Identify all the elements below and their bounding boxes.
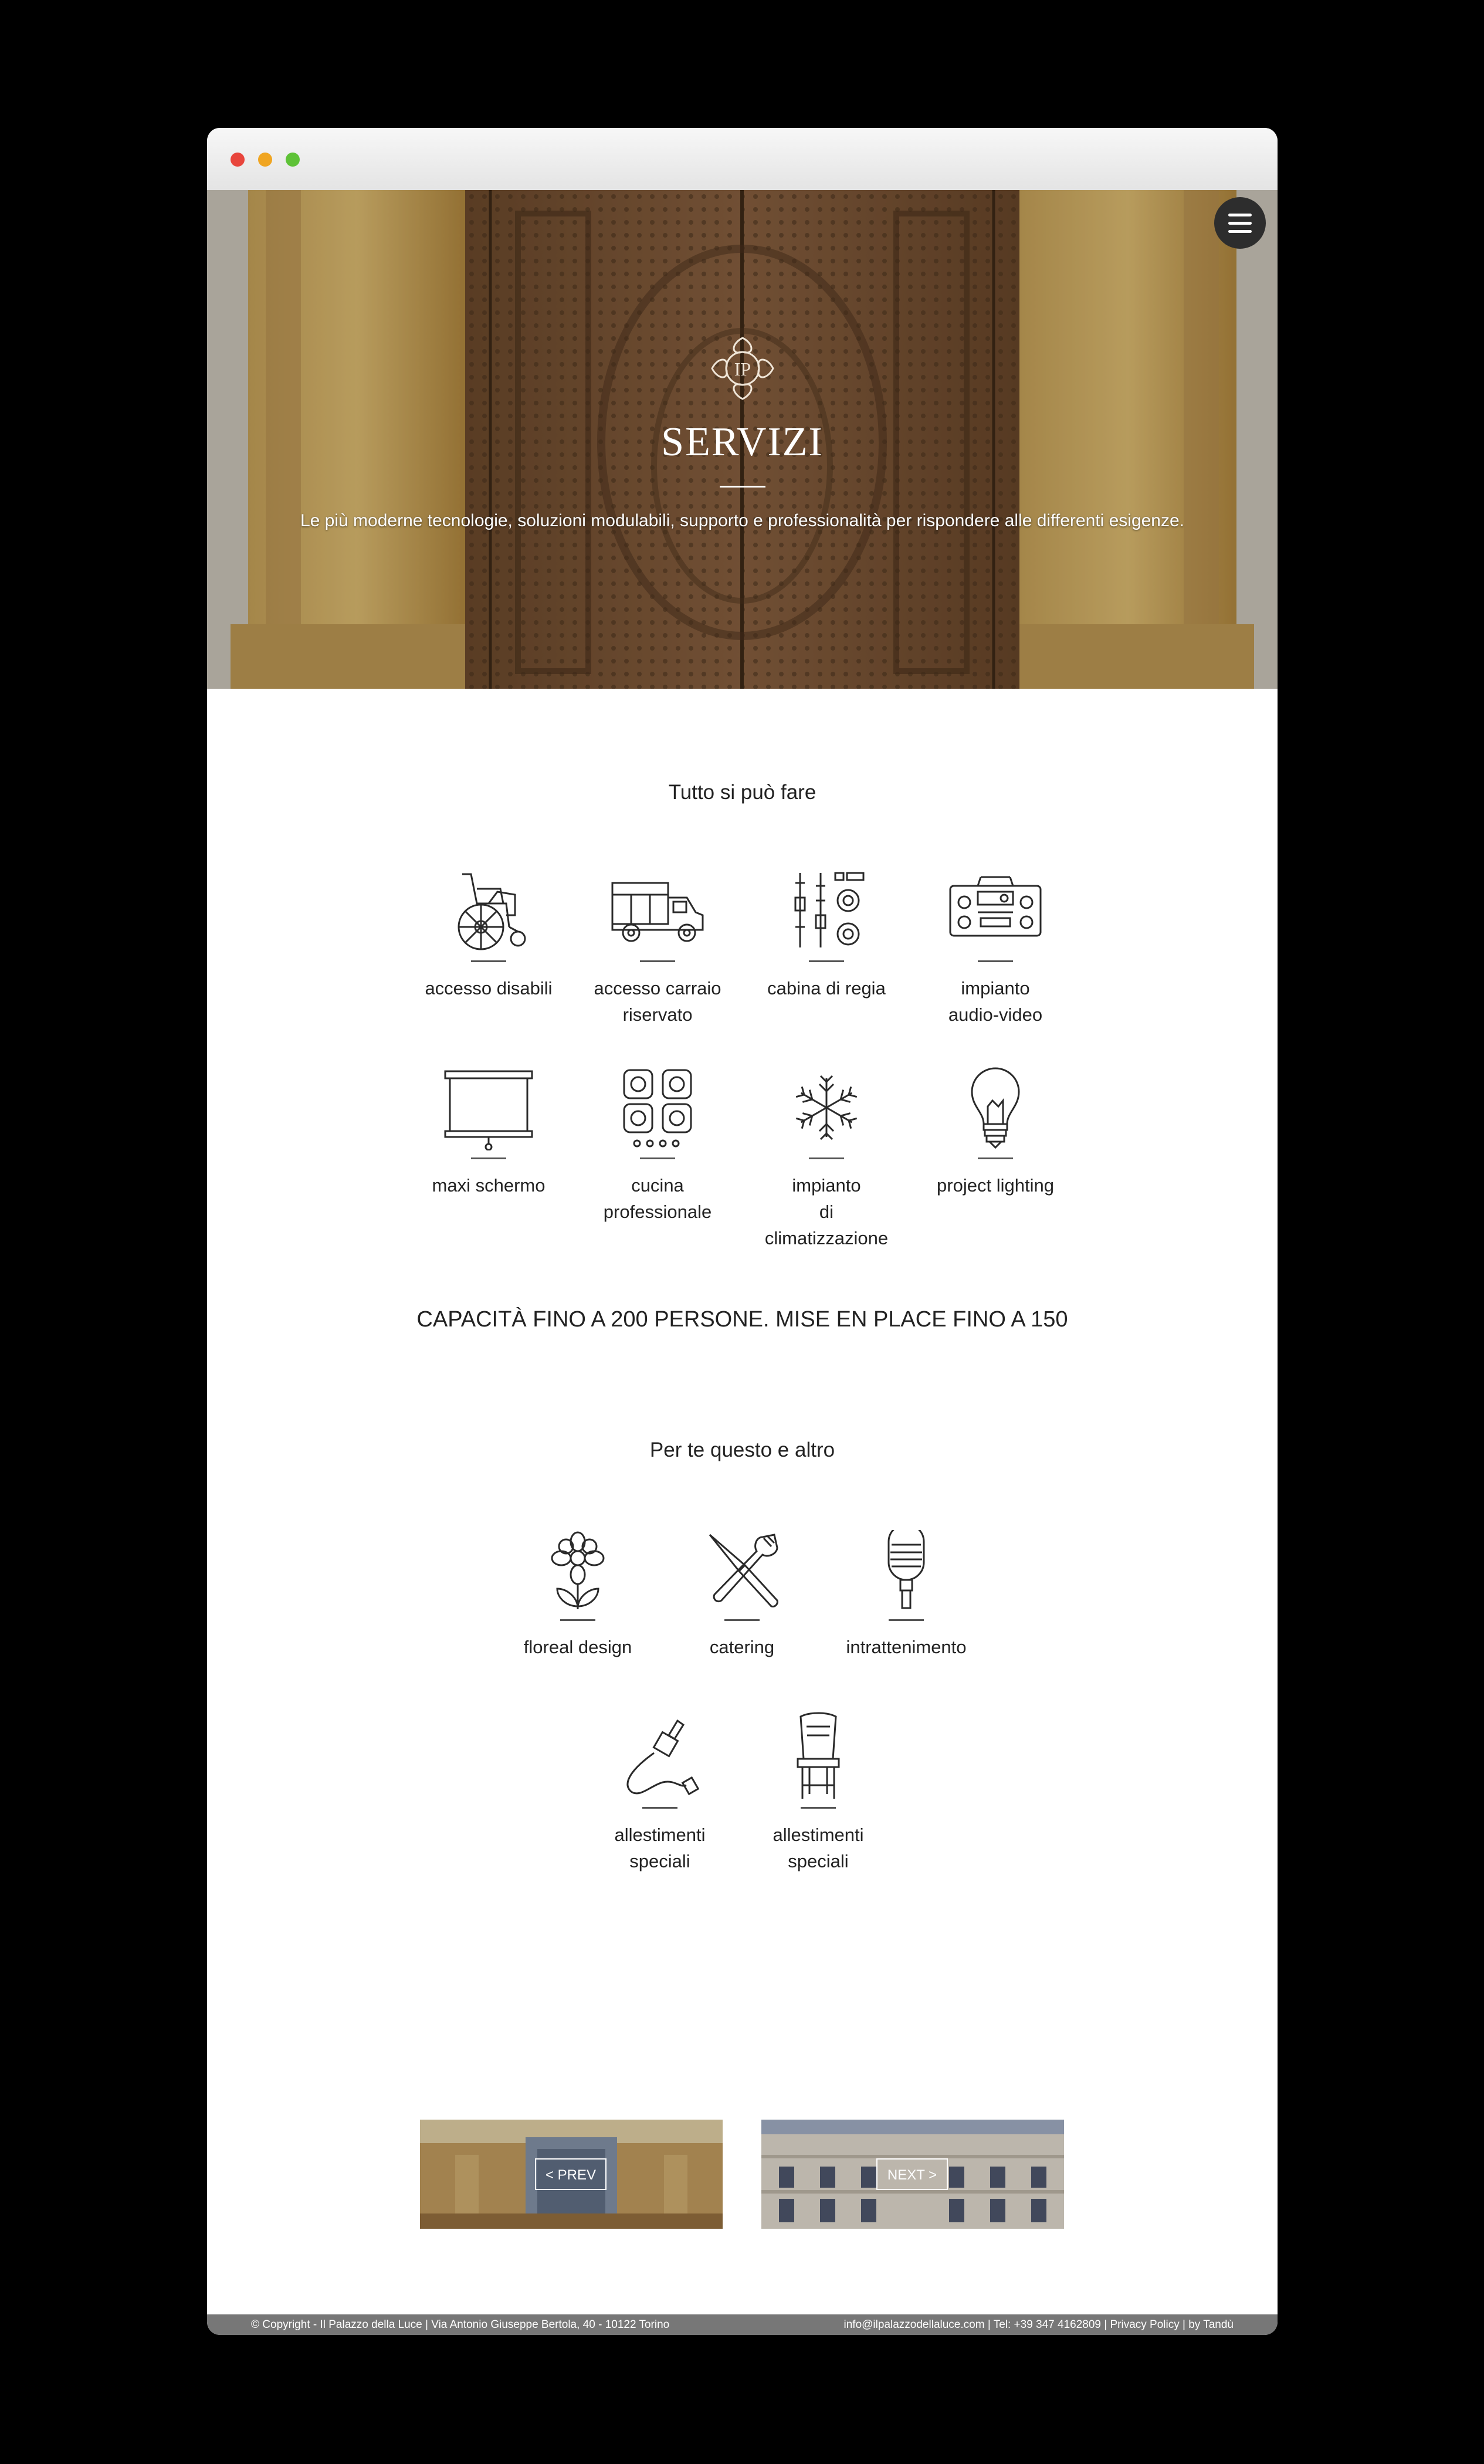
item-divider <box>471 1157 506 1159</box>
prev-page-card[interactable]: < PREV <box>420 2120 723 2229</box>
knife-fork-icon <box>709 1534 778 1607</box>
item-divider <box>889 1619 924 1621</box>
window-titlebar <box>207 128 1278 191</box>
menu-line <box>1228 214 1252 216</box>
footer-copyright: © Copyright - Il Palazzo della Luce | Vi… <box>251 2319 670 2331</box>
item-divider <box>809 1157 844 1159</box>
footer: © Copyright - Il Palazzo della Luce | Vi… <box>207 2314 1278 2335</box>
close-window-button[interactable] <box>231 153 245 167</box>
capacity-statement: CAPACITÀ FINO A 200 PERSONE. MISE EN PLA… <box>416 1307 1068 1332</box>
extra-label: speciali <box>788 1851 849 1871</box>
item-divider <box>724 1619 760 1621</box>
item-divider <box>642 1807 677 1809</box>
extra-label: intrattenimento <box>846 1637 967 1657</box>
extra-item: allestimenti speciali <box>584 1712 736 1874</box>
extra-label: catering <box>709 1637 775 1657</box>
snowflake-icon <box>794 1075 859 1140</box>
service-label: professionale <box>603 1201 712 1222</box>
mixer-icon <box>794 872 865 947</box>
extra-item: intrattenimento <box>830 1530 982 1660</box>
browser-window: IP SERVIZI Le più moderne tecnologie, so… <box>207 128 1278 2335</box>
item-divider <box>560 1619 595 1621</box>
service-label: climatizzazione <box>764 1228 889 1248</box>
logo-monogram: IP <box>734 358 751 380</box>
maximize-window-button[interactable] <box>286 153 300 167</box>
service-label: di <box>819 1201 834 1222</box>
extra-label: allestimenti <box>773 1825 864 1845</box>
service-item: cucina professionale <box>581 1065 734 1225</box>
service-label: impianto <box>961 978 1030 999</box>
palazzo-logo-icon: IP <box>711 337 774 400</box>
service-item: impianto audio-video <box>919 868 1072 1028</box>
item-divider <box>801 1807 836 1809</box>
chair-icon <box>797 1712 840 1799</box>
page-title: SERVIZI <box>661 419 824 465</box>
lightbulb-icon <box>971 1067 1020 1149</box>
item-divider <box>471 960 506 962</box>
item-divider <box>640 1157 675 1159</box>
item-divider <box>809 960 844 962</box>
item-divider <box>978 960 1013 962</box>
extra-item: catering <box>666 1530 818 1660</box>
hamburger-menu-button[interactable] <box>1214 197 1266 249</box>
menu-line <box>1228 222 1252 225</box>
service-label: maxi schermo <box>432 1175 546 1196</box>
menu-line <box>1228 230 1252 233</box>
service-label: project lighting <box>937 1175 1054 1196</box>
service-label: audio-video <box>948 1004 1043 1025</box>
extra-item: allestimenti speciali <box>742 1712 895 1874</box>
wheelchair-icon <box>458 873 526 950</box>
item-divider <box>978 1157 1013 1159</box>
prev-button[interactable]: < PREV <box>535 2158 607 2190</box>
extra-label: floreal design <box>523 1637 632 1657</box>
title-divider <box>720 486 765 488</box>
truck-icon <box>611 882 704 942</box>
page-subtitle: Le più moderne tecnologie, soluzioni mod… <box>300 511 1185 530</box>
service-item: accesso disabili <box>412 868 565 1001</box>
next-button[interactable]: NEXT > <box>876 2158 948 2190</box>
stove-icon <box>623 1069 692 1148</box>
service-item: cabina di regia <box>750 868 903 1001</box>
next-page-card[interactable]: NEXT > <box>761 2120 1064 2229</box>
microphone-icon <box>887 1530 925 1609</box>
audio-cable-icon <box>626 1719 700 1796</box>
item-divider <box>640 960 675 962</box>
extra-label: speciali <box>629 1851 690 1871</box>
projector-screen-icon <box>444 1070 533 1150</box>
service-item: project lighting <box>919 1065 1072 1199</box>
service-label: cabina di regia <box>767 978 886 999</box>
footer-contacts[interactable]: info@ilpalazzodellaluce.com | Tel: +39 3… <box>844 2314 1234 2335</box>
service-label: cucina <box>631 1175 684 1196</box>
service-label: accesso carraio <box>594 978 721 999</box>
service-label: impianto <box>792 1175 861 1196</box>
extra-item: floreal design <box>502 1530 654 1660</box>
extra-label: allestimenti <box>614 1825 706 1845</box>
flower-icon <box>551 1531 605 1609</box>
stereo-icon <box>949 876 1042 937</box>
hero-banner: IP SERVIZI Le più moderne tecnologie, so… <box>207 190 1278 689</box>
minimize-window-button[interactable] <box>258 153 272 167</box>
extras-heading: Per te questo e altro <box>649 1439 835 1461</box>
services-heading: Tutto si può fare <box>668 781 816 804</box>
service-label: accesso disabili <box>425 978 553 999</box>
service-item: accesso carraio riservato <box>581 868 734 1028</box>
service-item: impianto di climatizzazione <box>750 1065 903 1251</box>
service-item: maxi schermo <box>412 1065 565 1199</box>
service-label: riservato <box>622 1004 693 1025</box>
